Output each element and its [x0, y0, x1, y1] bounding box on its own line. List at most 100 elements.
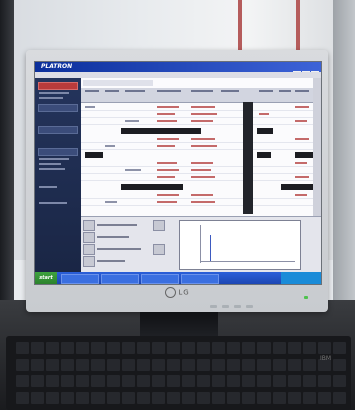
keyboard-key[interactable] — [272, 358, 286, 371]
keyboard-key[interactable] — [287, 358, 301, 371]
keyboard-key[interactable] — [16, 375, 30, 387]
keyboard-key[interactable] — [227, 358, 241, 371]
column-header[interactable] — [191, 90, 213, 92]
keyboard-key[interactable] — [212, 342, 226, 354]
keyboard-key[interactable] — [91, 342, 105, 354]
column-header[interactable] — [259, 90, 273, 92]
keyboard-key[interactable] — [46, 358, 60, 371]
keyboard-key[interactable] — [61, 342, 75, 354]
vertical-scrollbar[interactable] — [313, 78, 321, 216]
keyboard-key[interactable] — [197, 358, 211, 371]
keyboard-key[interactable] — [91, 375, 105, 387]
system-tray[interactable] — [281, 272, 321, 284]
keyboard-key[interactable] — [242, 375, 256, 387]
keyboard-key[interactable] — [181, 342, 196, 354]
table-row[interactable] — [81, 143, 321, 150]
sidebar-item[interactable] — [38, 104, 78, 112]
keyboard-key[interactable] — [317, 342, 331, 354]
keyboard-key[interactable] — [166, 391, 180, 404]
keyboard-key[interactable] — [136, 342, 150, 354]
sidebar-item-active[interactable] — [38, 82, 78, 90]
keyboard-key[interactable] — [136, 375, 150, 387]
column-header[interactable] — [125, 90, 145, 92]
keyboard-key[interactable] — [121, 391, 135, 404]
keyboard-key[interactable] — [227, 375, 241, 387]
keyboard-key[interactable] — [136, 358, 150, 371]
keyboard-key[interactable] — [317, 391, 331, 404]
table-row[interactable] — [81, 118, 321, 125]
keyboard-key[interactable] — [197, 391, 211, 404]
keyboard-key[interactable] — [76, 391, 90, 404]
taskbar-item[interactable] — [141, 274, 179, 284]
keyboard-key[interactable] — [197, 375, 211, 387]
keyboard-key[interactable] — [332, 342, 346, 354]
keyboard-key[interactable] — [227, 391, 241, 404]
keyboard-key[interactable] — [272, 342, 286, 354]
keyboard-key[interactable] — [121, 342, 135, 354]
keyboard-key[interactable] — [166, 375, 180, 387]
keyboard-key[interactable] — [136, 391, 150, 404]
keyboard-key[interactable] — [31, 391, 45, 404]
column-header[interactable] — [105, 90, 119, 92]
column-header[interactable] — [295, 90, 309, 92]
table-row[interactable] — [81, 111, 321, 118]
keyboard-key[interactable] — [287, 375, 301, 387]
keyboard-key[interactable] — [91, 391, 105, 404]
keyboard-key[interactable] — [106, 391, 120, 404]
sidebar-item[interactable] — [38, 126, 78, 134]
keyboard-key[interactable] — [227, 342, 241, 354]
keyboard-key[interactable] — [257, 342, 271, 354]
column-header[interactable] — [157, 90, 181, 92]
keyboard-key[interactable] — [76, 375, 90, 387]
keyboard-key[interactable] — [302, 342, 316, 354]
keyboard-key[interactable] — [332, 375, 346, 387]
column-header[interactable] — [221, 90, 239, 92]
keyboard-key[interactable] — [212, 375, 226, 387]
keyboard-key[interactable] — [106, 375, 120, 387]
table-row[interactable] — [81, 104, 321, 111]
keyboard-key[interactable] — [61, 391, 75, 404]
keyboard-key[interactable] — [166, 342, 180, 354]
keyboard-key[interactable] — [106, 358, 120, 371]
keyboard-key[interactable] — [212, 391, 226, 404]
keyboard-key[interactable] — [242, 391, 256, 404]
keyboard-key[interactable] — [31, 358, 45, 371]
keyboard-key[interactable] — [121, 358, 135, 371]
keyboard-key[interactable] — [46, 391, 60, 404]
sidebar-item[interactable] — [38, 148, 78, 156]
keyboard-key[interactable] — [46, 375, 60, 387]
monitor-button[interactable] — [222, 305, 229, 308]
keyboard-key[interactable] — [332, 391, 346, 404]
table-row[interactable] — [81, 174, 321, 181]
keyboard-key[interactable] — [332, 358, 346, 371]
tool-icon[interactable] — [83, 244, 95, 255]
table-row[interactable] — [81, 136, 321, 143]
keyboard-key[interactable] — [242, 342, 256, 354]
tool-icon[interactable] — [153, 244, 165, 255]
taskbar-item[interactable] — [101, 274, 139, 284]
keyboard-key[interactable] — [31, 375, 45, 387]
keyboard-key[interactable] — [121, 375, 135, 387]
keyboard-key[interactable] — [242, 358, 256, 371]
keyboard-key[interactable] — [76, 342, 90, 354]
keyboard-key[interactable] — [212, 358, 226, 371]
keyboard-key[interactable] — [181, 358, 196, 371]
keyboard-key[interactable] — [16, 342, 30, 354]
keyboard-key[interactable] — [302, 391, 316, 404]
tool-icon[interactable] — [83, 256, 95, 267]
table-row[interactable] — [81, 192, 321, 199]
keyboard-key[interactable] — [16, 358, 30, 371]
tool-icon[interactable] — [83, 220, 95, 231]
keyboard-key[interactable] — [76, 358, 90, 371]
column-header[interactable] — [279, 90, 291, 92]
start-button[interactable]: start — [35, 272, 57, 284]
keyboard-key[interactable] — [181, 375, 196, 387]
keyboard-key[interactable] — [257, 358, 271, 371]
keyboard-key[interactable] — [46, 342, 60, 354]
keyboard-key[interactable] — [302, 358, 316, 371]
taskbar-item[interactable] — [181, 274, 219, 284]
keyboard-key[interactable] — [61, 358, 75, 371]
keyboard-key[interactable] — [106, 342, 120, 354]
keyboard-key[interactable] — [31, 342, 45, 354]
keyboard-key[interactable] — [317, 375, 331, 387]
